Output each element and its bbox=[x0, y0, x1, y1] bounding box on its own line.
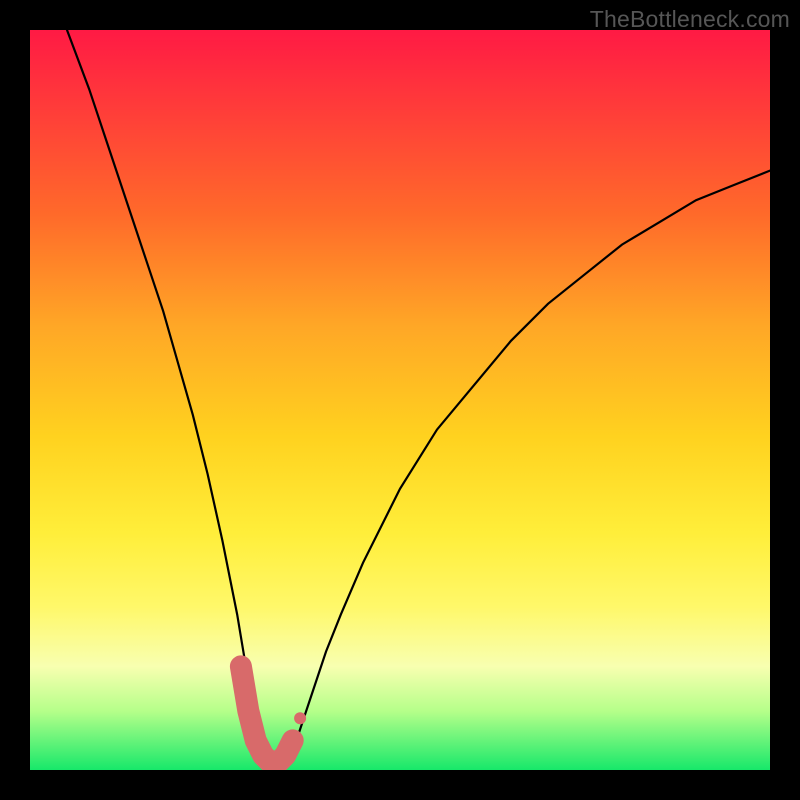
highlight-dot bbox=[294, 712, 306, 724]
brand-watermark: TheBottleneck.com bbox=[590, 6, 790, 33]
curve-svg bbox=[30, 30, 770, 770]
highlight-band-stroke bbox=[241, 666, 293, 762]
highlight-band bbox=[241, 666, 306, 762]
chart-frame: TheBottleneck.com bbox=[0, 0, 800, 800]
bottleneck-curve bbox=[67, 30, 770, 763]
plot-area bbox=[30, 30, 770, 770]
